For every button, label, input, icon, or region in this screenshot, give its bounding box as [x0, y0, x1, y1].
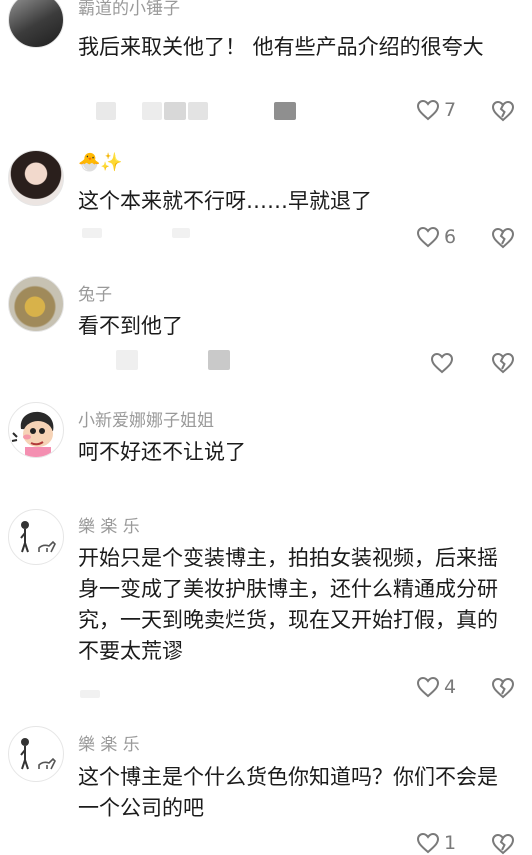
heart-outline-icon: [416, 226, 440, 248]
avatar[interactable]: [8, 726, 64, 782]
broken-heart-outline-icon: [491, 227, 515, 249]
avatar[interactable]: [8, 0, 64, 48]
dislike-button[interactable]: [490, 677, 516, 699]
avatar[interactable]: [8, 402, 64, 458]
comment-text: 这个博主是个什么货色你知道吗？你们不会是一个公司的吧: [78, 765, 498, 820]
heart-outline-icon: [430, 352, 454, 374]
comment-text: 呵不好还不让说了: [78, 440, 246, 464]
username[interactable]: 霸道的小锤子: [78, 0, 180, 19]
like-count: 7: [444, 99, 457, 121]
username-emoji[interactable]: 🐣✨: [78, 152, 123, 173]
like-button[interactable]: 1: [416, 832, 456, 854]
avatar[interactable]: [8, 509, 64, 565]
broken-heart-outline-icon: [491, 100, 515, 122]
heart-outline-icon: [416, 832, 440, 854]
username[interactable]: 兔子: [78, 280, 112, 305]
like-count: 1: [444, 832, 457, 854]
username[interactable]: 樂 楽 乐: [78, 730, 140, 755]
broken-heart-outline-icon: [491, 677, 515, 699]
broken-heart-outline-icon: [491, 352, 515, 374]
heart-outline-icon: [416, 676, 440, 698]
cartoon-character-avatar: [11, 411, 54, 457]
comment-text: 这个本来就不行呀……早就退了: [78, 189, 372, 213]
username[interactable]: 小新爱娜娜子姐姐: [78, 406, 214, 431]
like-count: 4: [444, 676, 457, 698]
stick-figure-with-dog-avatar: [20, 521, 56, 553]
stick-figure-with-dog-avatar: [20, 738, 56, 770]
avatar[interactable]: [8, 150, 64, 206]
like-button[interactable]: 7: [416, 99, 456, 121]
dislike-button[interactable]: [490, 227, 516, 249]
comment-text: 我后来取关他了！ 他有些产品介绍的很夸大: [78, 35, 484, 59]
dislike-button[interactable]: [490, 100, 516, 122]
like-button[interactable]: [430, 352, 458, 374]
like-count: 6: [444, 226, 457, 248]
dislike-button[interactable]: [490, 352, 516, 374]
avatar[interactable]: [8, 276, 64, 332]
broken-heart-outline-icon: [491, 833, 515, 855]
comment-text: 开始只是个变装博主，拍拍女装视频，后来摇身一变成了美妆护肤博主，还什么精通成分研…: [78, 546, 498, 663]
like-button[interactable]: 6: [416, 226, 456, 248]
heart-outline-icon: [416, 99, 440, 121]
comment-text: 看不到他了: [78, 314, 183, 338]
username[interactable]: 樂 楽 乐: [78, 512, 140, 537]
like-button[interactable]: 4: [416, 676, 456, 698]
dislike-button[interactable]: [490, 833, 516, 855]
